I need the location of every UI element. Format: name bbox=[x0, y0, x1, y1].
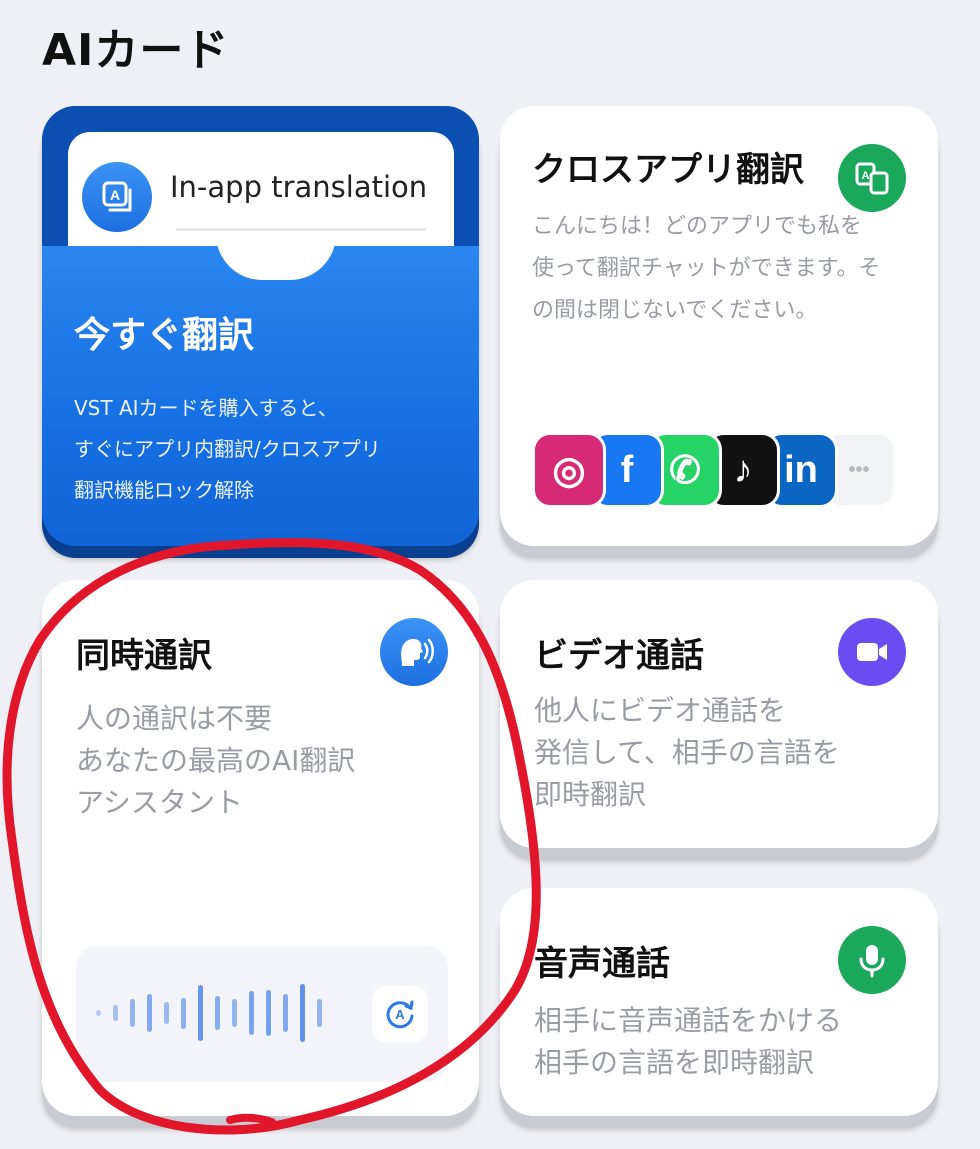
promo-description: VST AIカードを購入すると、 すぐにアプリ内翻訳/クロスアプリ 翻訳機能ロッ… bbox=[74, 388, 381, 511]
desc-line: 即時翻訳 bbox=[534, 778, 647, 811]
card-title: クロスアプリ翻訳 bbox=[532, 150, 804, 190]
card-title: ビデオ通話 bbox=[534, 636, 704, 676]
desc-line: 発信して、相手の言語を bbox=[534, 736, 840, 769]
waveform-bar bbox=[300, 983, 305, 1043]
desc-line: の間は閉じないでください。 bbox=[532, 297, 818, 323]
waveform-bar bbox=[232, 999, 237, 1027]
waveform-bar bbox=[96, 1009, 101, 1017]
card-description: 人の通訳は不要 あなたの最高のAI翻訳 アシスタント bbox=[76, 698, 355, 824]
card-description: 相手に音声通話をかける 相手の言語を即時翻訳 bbox=[534, 1000, 842, 1084]
waveform-bar bbox=[113, 1005, 118, 1021]
desc-line: こんにちは！どのアプリでも私を bbox=[532, 214, 863, 239]
speaking-head-icon bbox=[380, 618, 448, 686]
waveform-bar bbox=[249, 991, 254, 1035]
supported-apps-row: ◎ f ✆ ♪ in ••• bbox=[532, 432, 912, 508]
video-call-card[interactable]: ビデオ通話 他人にビデオ通話を 発信して、相手の言語を 即時翻訳 bbox=[500, 580, 938, 848]
in-app-translation-promo-card[interactable]: A In-app translation 今すぐ翻訳 VST AIカードを購入す… bbox=[42, 106, 479, 546]
video-camera-icon bbox=[838, 618, 906, 686]
card-description: こんにちは！どのアプリでも私を 使って翻訳チャットができます。そ の間は閉じない… bbox=[532, 206, 912, 331]
waveform bbox=[96, 982, 356, 1048]
waveform-bar bbox=[283, 994, 288, 1032]
promo-desc-line: 翻訳機能ロック解除 bbox=[74, 478, 254, 502]
waveform-bar bbox=[147, 994, 152, 1032]
cross-app-translation-card[interactable]: クロスアプリ翻訳 A こんにちは！どのアプリでも私を 使って翻訳チャットができま… bbox=[500, 106, 938, 546]
desc-line: 相手の言語を即時翻訳 bbox=[534, 1046, 815, 1079]
waveform-bar bbox=[181, 997, 186, 1029]
divider bbox=[176, 228, 426, 231]
instagram-icon: ◎ bbox=[532, 432, 606, 508]
page-title: AIカード bbox=[42, 25, 230, 76]
waveform-bar bbox=[130, 999, 135, 1027]
auto-translate-icon: A bbox=[386, 1000, 414, 1029]
waveform-bar bbox=[317, 999, 322, 1027]
promo-desc-line: VST AIカードを購入すると、 bbox=[74, 396, 338, 420]
microphone-icon bbox=[838, 926, 906, 994]
translate-a-icon: A bbox=[82, 162, 152, 232]
desc-line: 他人にビデオ通話を bbox=[534, 694, 787, 727]
desc-line: アシスタント bbox=[76, 786, 243, 819]
card-description: 他人にビデオ通話を 発信して、相手の言語を 即時翻訳 bbox=[534, 690, 840, 816]
in-app-translation-label: In-app translation bbox=[170, 170, 428, 204]
card-title: 同時通訳 bbox=[76, 636, 212, 676]
simultaneous-interpretation-card[interactable]: 同時通訳 人の通訳は不要 あなたの最高のAI翻訳 アシスタント A bbox=[42, 580, 479, 1116]
desc-line: 使って翻訳チャットができます。そ bbox=[532, 255, 881, 281]
waveform-bar bbox=[164, 1002, 169, 1024]
voice-call-card[interactable]: 音声通話 相手に音声通話をかける 相手の言語を即時翻訳 bbox=[500, 888, 938, 1116]
svg-text:A: A bbox=[862, 170, 870, 182]
waveform-bar bbox=[215, 995, 220, 1031]
svg-text:A: A bbox=[110, 187, 120, 203]
auto-translate-button[interactable]: A bbox=[372, 986, 428, 1042]
desc-line: 人の通訳は不要 bbox=[76, 702, 273, 735]
voice-waveform-panel: A bbox=[76, 946, 448, 1082]
promo-heading: 今すぐ翻訳 bbox=[74, 315, 255, 356]
desc-line: 相手に音声通話をかける bbox=[534, 1004, 843, 1037]
waveform-bar bbox=[198, 985, 203, 1041]
svg-text:A: A bbox=[395, 1007, 405, 1022]
waveform-bar bbox=[266, 989, 271, 1037]
card-title: 音声通話 bbox=[534, 944, 670, 984]
desc-line: あなたの最高のAI翻訳 bbox=[76, 744, 356, 777]
promo-desc-line: すぐにアプリ内翻訳/クロスアプリ bbox=[74, 437, 381, 461]
translate-window-icon: A bbox=[838, 144, 906, 212]
